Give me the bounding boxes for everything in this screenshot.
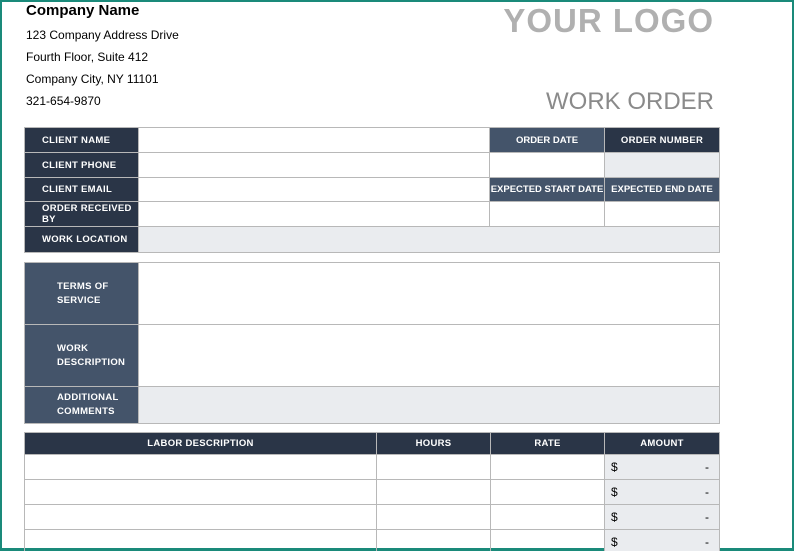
currency-symbol: $ bbox=[611, 460, 618, 474]
additional-comments-field[interactable] bbox=[138, 386, 720, 424]
order-number-field[interactable] bbox=[604, 152, 720, 178]
rate-cell[interactable] bbox=[490, 454, 605, 480]
client-phone-label: CLIENT PHONE bbox=[24, 152, 139, 178]
client-email-label: CLIENT EMAIL bbox=[24, 177, 139, 202]
amount-cell: $ - bbox=[604, 529, 720, 551]
company-address-line1: 123 Company Address Drive bbox=[26, 28, 179, 42]
work-description-field[interactable] bbox=[138, 324, 720, 387]
amount-cell: $ - bbox=[604, 479, 720, 505]
additional-comments-label: ADDITIONAL COMMENTS bbox=[24, 386, 139, 424]
work-location-label: WORK LOCATION bbox=[24, 226, 139, 253]
amount-cell: $ - bbox=[604, 504, 720, 530]
logo-placeholder: YOUR LOGO bbox=[503, 2, 714, 39]
terms-of-service-label: TERMS OF SERVICE bbox=[24, 262, 139, 325]
rate-cell[interactable] bbox=[490, 529, 605, 551]
labor-description-cell[interactable] bbox=[24, 479, 377, 505]
expected-start-date-label: EXPECTED START DATE bbox=[489, 177, 605, 202]
currency-symbol: $ bbox=[611, 535, 618, 549]
hours-cell[interactable] bbox=[376, 479, 491, 505]
expected-end-date-label: EXPECTED END DATE bbox=[604, 177, 720, 202]
labor-description-cell[interactable] bbox=[24, 504, 377, 530]
company-phone: 321-654-9870 bbox=[26, 94, 101, 108]
order-number-label: ORDER NUMBER bbox=[604, 127, 720, 153]
rate-cell[interactable] bbox=[490, 479, 605, 505]
company-address-line3: Company City, NY 11101 bbox=[26, 72, 159, 86]
hours-header: HOURS bbox=[376, 432, 491, 455]
rate-cell[interactable] bbox=[490, 504, 605, 530]
table-row: $ - bbox=[24, 504, 720, 530]
amount-value: - bbox=[705, 535, 709, 549]
currency-symbol: $ bbox=[611, 510, 618, 524]
amount-header: AMOUNT bbox=[604, 432, 720, 455]
client-name-label: CLIENT NAME bbox=[24, 127, 139, 153]
amount-value: - bbox=[705, 485, 709, 499]
labor-description-cell[interactable] bbox=[24, 529, 377, 551]
order-date-label: ORDER DATE bbox=[489, 127, 605, 153]
order-date-field[interactable] bbox=[489, 152, 605, 178]
client-email-field[interactable] bbox=[138, 177, 490, 202]
order-received-by-field[interactable] bbox=[138, 201, 490, 227]
document-title: WORK ORDER bbox=[546, 88, 714, 115]
client-name-field[interactable] bbox=[138, 127, 490, 153]
client-info-table: CLIENT NAME ORDER DATE ORDER NUMBER CLIE… bbox=[24, 127, 720, 253]
work-location-field[interactable] bbox=[138, 226, 720, 253]
labor-table: LABOR DESCRIPTION HOURS RATE AMOUNT $ - $… bbox=[24, 432, 720, 551]
expected-end-date-field[interactable] bbox=[604, 201, 720, 227]
labor-description-cell[interactable] bbox=[24, 454, 377, 480]
expected-start-date-field[interactable] bbox=[489, 201, 605, 227]
currency-symbol: $ bbox=[611, 485, 618, 499]
order-received-by-label: ORDER RECEIVED BY bbox=[24, 201, 139, 227]
rate-header: RATE bbox=[490, 432, 605, 455]
table-row: $ - bbox=[24, 479, 720, 505]
amount-value: - bbox=[705, 510, 709, 524]
client-phone-field[interactable] bbox=[138, 152, 490, 178]
amount-value: - bbox=[705, 460, 709, 474]
terms-of-service-field[interactable] bbox=[138, 262, 720, 325]
company-address-line2: Fourth Floor, Suite 412 bbox=[26, 50, 149, 64]
company-info: Company Name 123 Company Address Drive F… bbox=[26, 2, 179, 112]
labor-description-header: LABOR DESCRIPTION bbox=[24, 432, 377, 455]
hours-cell[interactable] bbox=[376, 529, 491, 551]
amount-cell: $ - bbox=[604, 454, 720, 480]
work-description-label: WORK DESCRIPTION bbox=[24, 324, 139, 387]
hours-cell[interactable] bbox=[376, 454, 491, 480]
hours-cell[interactable] bbox=[376, 504, 491, 530]
details-table: TERMS OF SERVICE WORK DESCRIPTION ADDITI… bbox=[24, 262, 720, 424]
table-row: $ - bbox=[24, 529, 720, 551]
company-name: Company Name bbox=[26, 2, 140, 19]
table-row: $ - bbox=[24, 454, 720, 480]
